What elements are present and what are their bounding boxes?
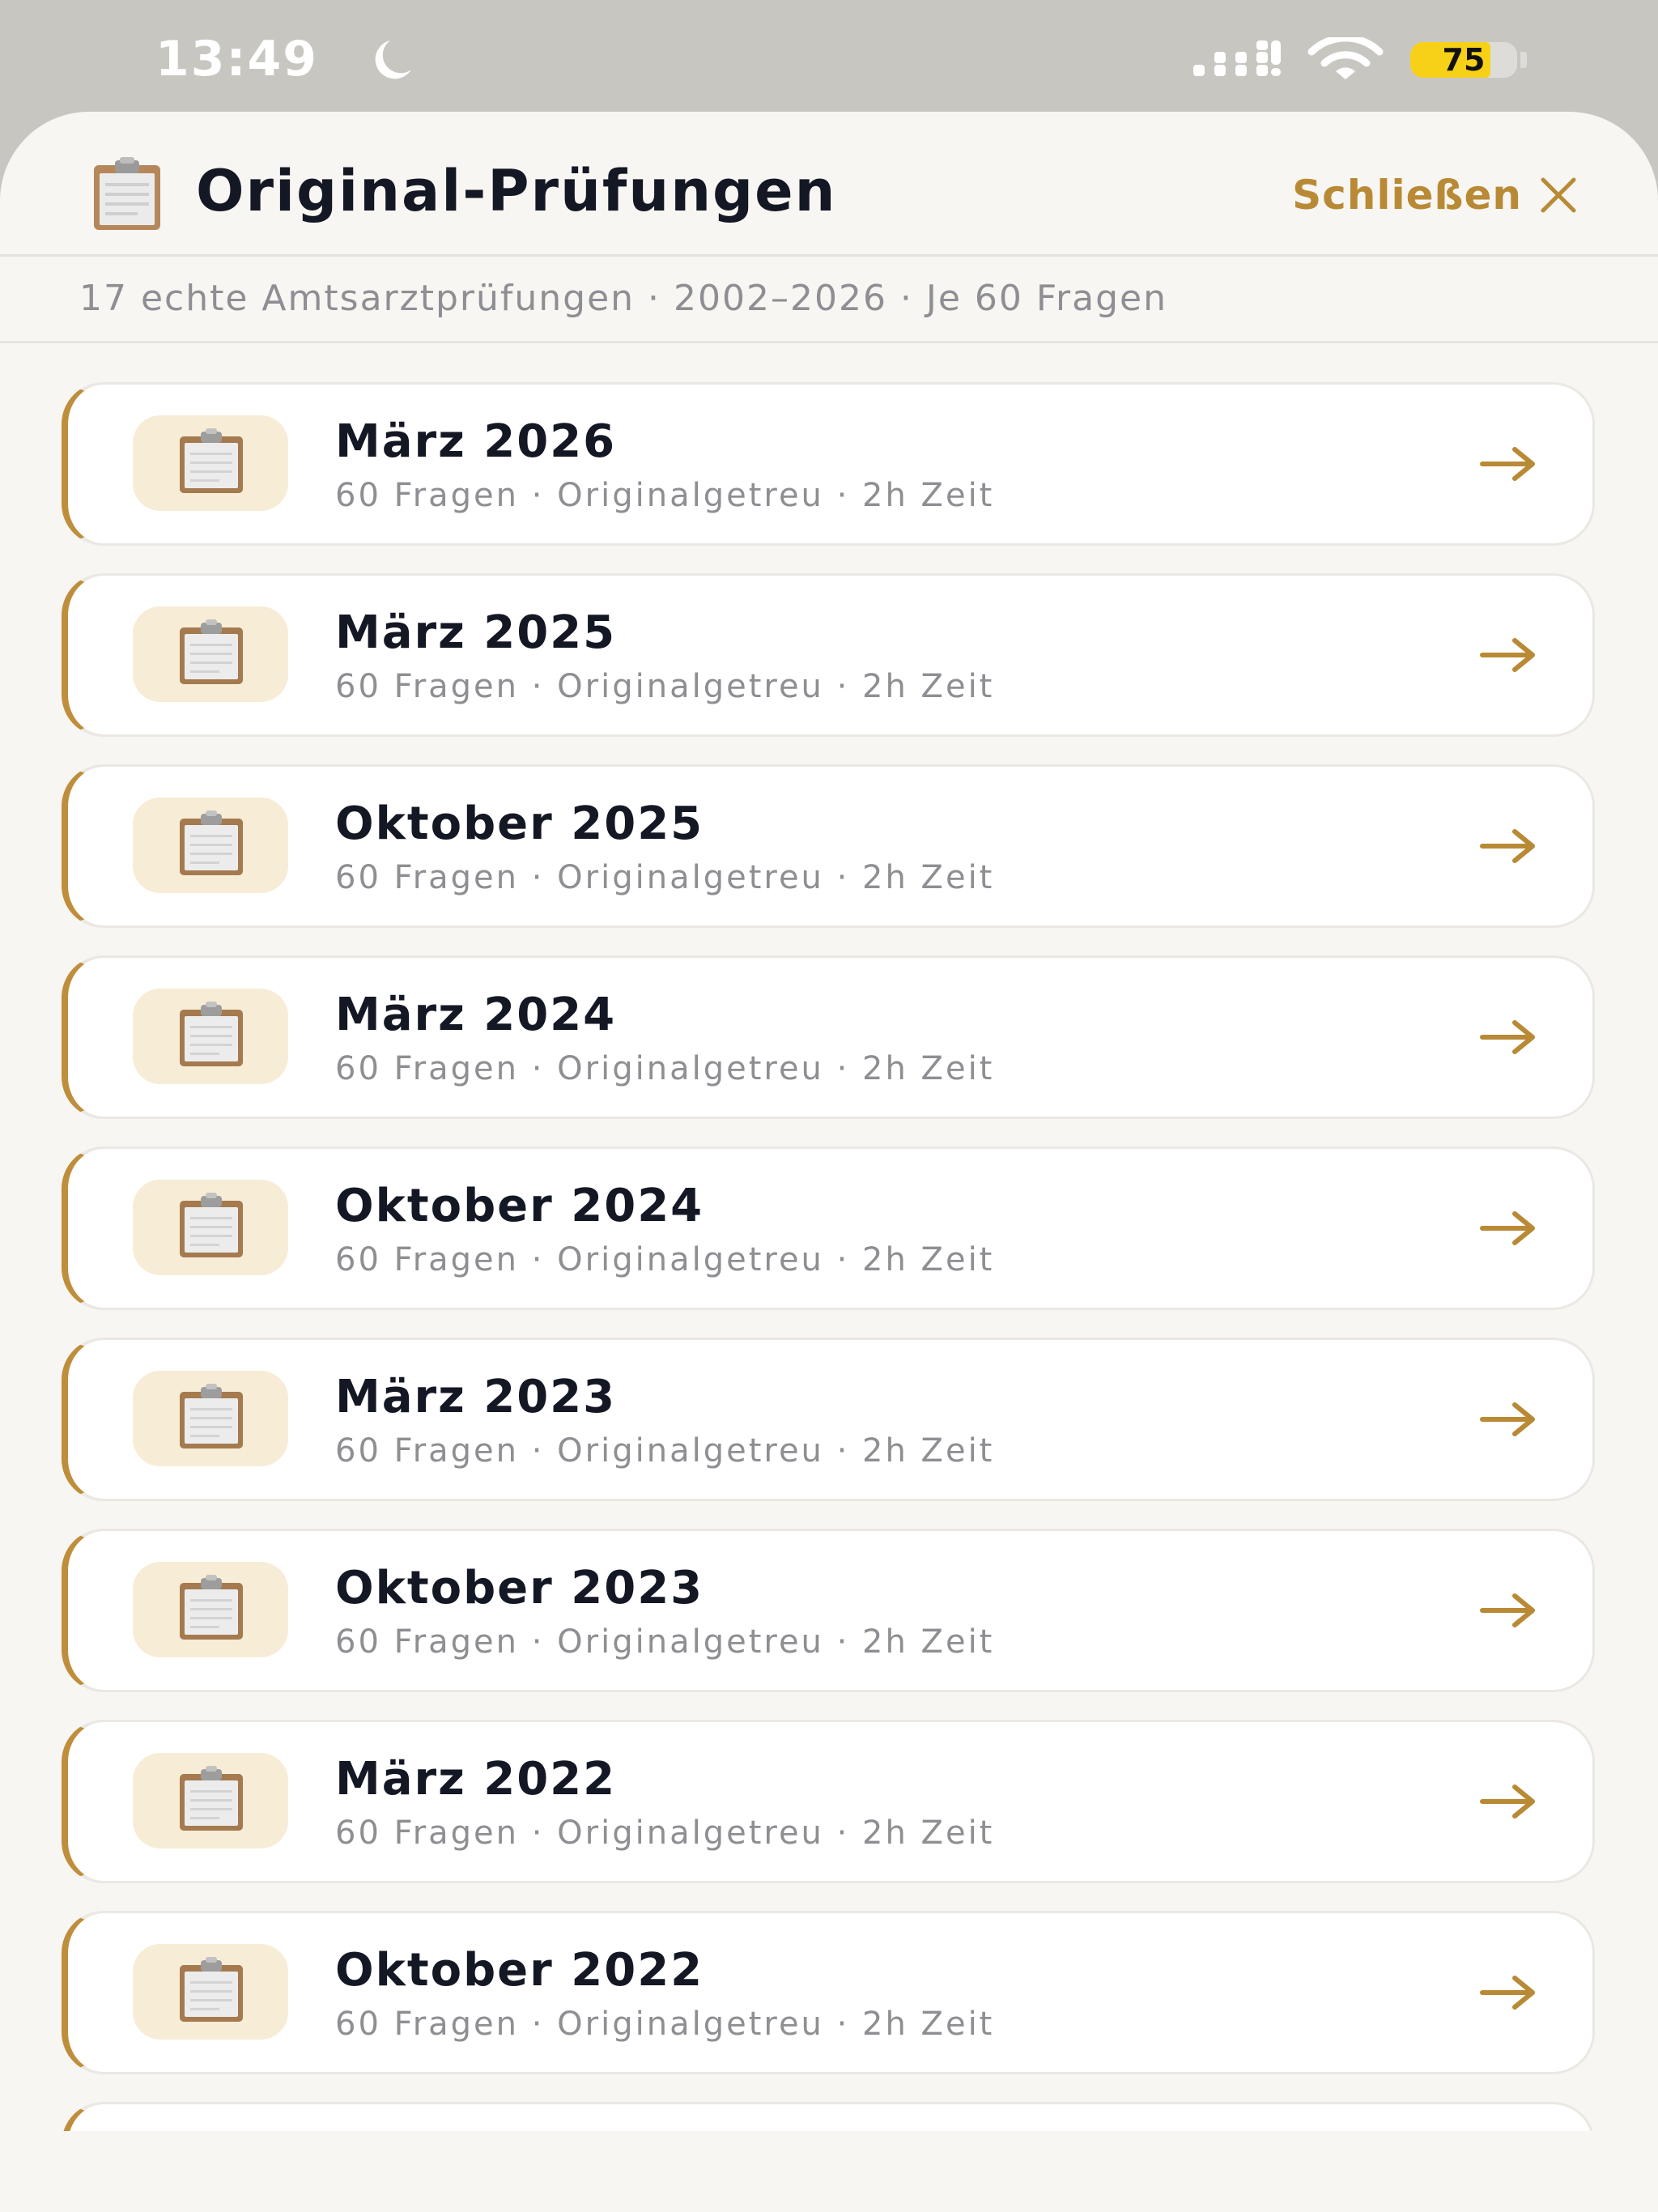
battery-indicator: 75: [1410, 42, 1517, 78]
exam-icon-badge: [133, 1562, 288, 1657]
close-label: Schließen: [1292, 172, 1522, 219]
arrow-right-icon: [1480, 1976, 1535, 2010]
exam-icon-badge: [133, 415, 288, 511]
page-title: Original-Prüfungen: [196, 158, 837, 224]
exam-card[interactable]: Oktober 2022 60 Fragen · Originalgetreu ·…: [62, 1911, 1595, 2074]
cellular-signal-icon: [1193, 40, 1281, 76]
clipboard-icon: [180, 1957, 243, 2022]
exam-icon-badge: [133, 606, 288, 702]
clipboard-icon: [180, 1384, 243, 1448]
exam-meta: 60 Fragen · Originalgetreu · 2h Zeit: [335, 1050, 995, 1087]
battery-cap: [1520, 52, 1527, 68]
exam-card[interactable]: März 2024 60 Fragen · Originalgetreu · 2h…: [62, 955, 1595, 1119]
exam-meta: 60 Fragen · Originalgetreu · 2h Zeit: [335, 1241, 995, 1278]
clipboard-icon: [180, 428, 243, 493]
exam-title: Oktober 2022: [335, 1944, 704, 1997]
status-time: 13:49: [155, 31, 318, 87]
exam-list: März 2026 60 Fragen · Originalgetreu · 2h…: [62, 382, 1595, 2131]
clipboard-icon: [180, 1575, 243, 1640]
exam-icon-badge: [133, 989, 288, 1084]
exam-meta: 60 Fragen · Originalgetreu · 2h Zeit: [335, 859, 995, 896]
exam-card[interactable]: Oktober 2025 60 Fragen · Originalgetreu ·…: [62, 764, 1595, 928]
exam-title: März 2024: [335, 989, 617, 1041]
exam-card[interactable]: März 2022 60 Fragen · Originalgetreu · 2h…: [62, 1720, 1595, 1883]
arrow-right-icon: [1480, 1020, 1535, 1054]
arrow-right-icon: [1480, 638, 1535, 672]
arrow-right-icon: [1480, 1784, 1535, 1819]
exam-card[interactable]: März 2023 60 Fragen · Originalgetreu · 2h…: [62, 1338, 1595, 1501]
clipboard-icon: [180, 619, 243, 684]
clipboard-icon: [180, 810, 243, 875]
exam-title: Oktober 2024: [335, 1180, 704, 1232]
clipboard-icon: [94, 157, 160, 230]
exam-icon-badge: [133, 798, 288, 893]
exam-title: März 2022: [335, 1753, 617, 1806]
clipboard-icon: [180, 1193, 243, 1257]
exam-title: Oktober 2023: [335, 1562, 704, 1614]
exam-sheet: Original-Prüfungen Schließen 17 echte Am…: [0, 112, 1658, 2212]
exam-summary: 17 echte Amtsarztprüfungen · 2002–2026 ·…: [79, 278, 1167, 319]
status-bar: 13:49 75: [0, 0, 1658, 113]
arrow-right-icon: [1480, 447, 1535, 481]
exam-card-partial[interactable]: [62, 2102, 1595, 2131]
exam-meta: 60 Fragen · Originalgetreu · 2h Zeit: [335, 2006, 995, 2043]
exam-meta: 60 Fragen · Originalgetreu · 2h Zeit: [335, 1814, 995, 1852]
subtitle-divider: 17 echte Amtsarztprüfungen · 2002–2026 ·…: [0, 257, 1658, 343]
arrow-right-icon: [1480, 1402, 1535, 1436]
exam-title: Oktober 2025: [335, 798, 704, 850]
exam-icon-badge: [133, 1180, 288, 1275]
exam-card[interactable]: März 2026 60 Fragen · Originalgetreu · 2h…: [62, 382, 1595, 546]
wifi-icon: [1307, 37, 1384, 79]
exam-card[interactable]: Oktober 2023 60 Fragen · Originalgetreu ·…: [62, 1529, 1595, 1692]
battery-level: 75: [1442, 42, 1486, 78]
exam-meta: 60 Fragen · Originalgetreu · 2h Zeit: [335, 477, 995, 514]
arrow-right-icon: [1480, 829, 1535, 863]
exam-meta: 60 Fragen · Originalgetreu · 2h Zeit: [335, 1432, 995, 1470]
exam-card[interactable]: Oktober 2024 60 Fragen · Originalgetreu ·…: [62, 1146, 1595, 1310]
exam-meta: 60 Fragen · Originalgetreu · 2h Zeit: [335, 1623, 995, 1661]
arrow-right-icon: [1480, 1593, 1535, 1627]
close-icon: [1541, 177, 1576, 213]
close-button[interactable]: Schließen: [1292, 159, 1579, 232]
exam-title: März 2023: [335, 1371, 617, 1423]
moon-icon: [375, 40, 411, 79]
sheet-header: Original-Prüfungen Schließen: [0, 112, 1658, 257]
clipboard-icon: [180, 1002, 243, 1066]
exam-card[interactable]: März 2025 60 Fragen · Originalgetreu · 2h…: [62, 573, 1595, 737]
exam-meta: 60 Fragen · Originalgetreu · 2h Zeit: [335, 668, 995, 705]
arrow-right-icon: [1480, 1211, 1535, 1245]
exam-icon-badge: [133, 1944, 288, 2040]
exam-icon-badge: [133, 1753, 288, 1848]
exam-title: März 2025: [335, 606, 617, 659]
exam-icon-badge: [133, 1371, 288, 1466]
app-screen: 13:49 75 Original-Prüfungen Schließen 17…: [0, 0, 1658, 2212]
exam-title: März 2026: [335, 415, 617, 468]
clipboard-icon: [180, 1766, 243, 1831]
